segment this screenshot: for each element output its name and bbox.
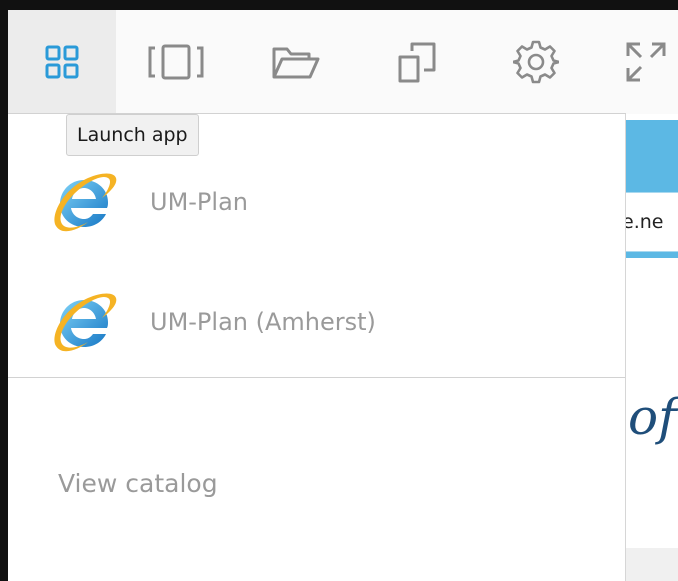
copy-windows-button[interactable]: [370, 10, 466, 114]
settings-button[interactable]: [488, 10, 584, 114]
window-top-edge: [0, 0, 678, 10]
launch-app-menu: UM-Plan UM-Plan (Amherst) View catalog: [8, 114, 626, 581]
grid-apps-icon: [45, 45, 79, 79]
background-footer: [626, 548, 678, 581]
background-url-text: e.ne: [626, 211, 664, 233]
fullscreen-button[interactable]: [606, 10, 678, 114]
desktop-window-button[interactable]: [128, 10, 224, 114]
app-item-um-plan-amherst[interactable]: UM-Plan (Amherst): [8, 274, 625, 370]
view-catalog-link[interactable]: View catalog: [58, 469, 218, 498]
open-folder-button[interactable]: [248, 10, 344, 114]
background-heading-text: of: [628, 388, 677, 446]
launch-app-button[interactable]: [8, 10, 116, 114]
app-frame: e.ne of UM-Plan UM-Plan (Amherst) View c…: [0, 0, 678, 581]
app-label: UM-Plan: [150, 188, 248, 216]
launch-app-tooltip: Launch app: [66, 114, 199, 156]
app-item-um-plan[interactable]: UM-Plan: [8, 154, 625, 250]
menu-divider: [8, 377, 625, 378]
app-label: UM-Plan (Amherst): [150, 308, 376, 336]
internet-explorer-icon: [54, 293, 117, 352]
background-heading: of: [628, 388, 678, 458]
internet-explorer-icon: [54, 173, 117, 232]
fullscreen-expand-icon: [626, 42, 666, 82]
copy-windows-icon: [398, 42, 436, 83]
gear-icon: [513, 40, 559, 84]
desktop-window-icon: [148, 44, 204, 80]
window-left-edge: [0, 0, 8, 581]
toolbar: [8, 10, 678, 114]
background-url-bar: e.ne: [626, 192, 678, 252]
folder-open-icon: [272, 47, 320, 79]
